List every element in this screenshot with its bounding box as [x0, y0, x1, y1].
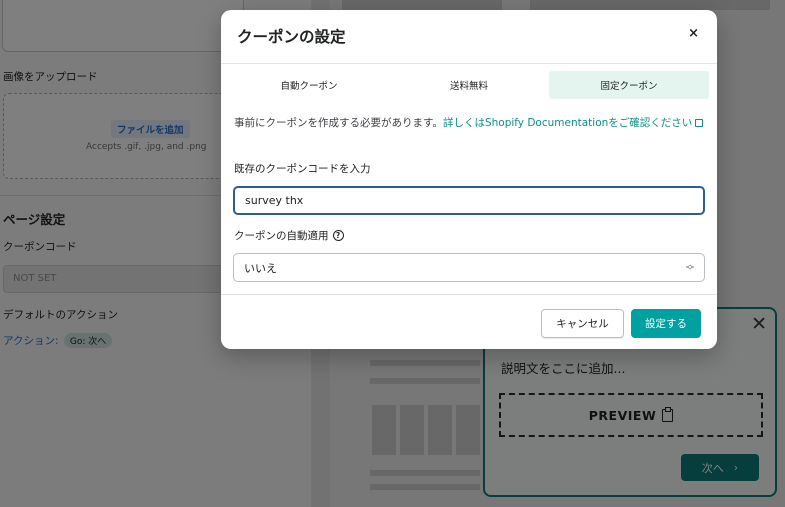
- coupon-type-tabs: 自動クーポン 送料無料 固定クーポン: [221, 71, 717, 99]
- documentation-link-text: 詳しくはShopify Documentationをご確認ください: [442, 117, 693, 129]
- updown-chevron-icon: ︿ ﹀: [686, 259, 694, 275]
- modal-title: クーポンの設定: [237, 28, 346, 46]
- tab-fixed-coupon[interactable]: 固定クーポン: [549, 71, 709, 99]
- documentation-link[interactable]: 詳しくはShopify Documentationをご確認ください: [442, 117, 704, 129]
- coupon-code-input[interactable]: [233, 186, 705, 215]
- existing-code-label: 既存のクーポンコードを入力: [234, 163, 371, 175]
- auto-apply-value: いいえ: [244, 261, 277, 275]
- tab-free-shipping[interactable]: 送料無料: [389, 71, 549, 99]
- notice-text: 事前にクーポンを作成する必要があります。詳しくはShopify Document…: [234, 115, 704, 132]
- modal-header: クーポンの設定 ×: [221, 10, 717, 64]
- coupon-settings-modal: クーポンの設定 × 自動クーポン 送料無料 固定クーポン 事前にクーポンを作成す…: [221, 10, 717, 349]
- modal-footer: キャンセル 設定する: [221, 294, 717, 349]
- auto-apply-label-row: クーポンの自動適用 ?: [234, 228, 344, 243]
- notice-message: 事前にクーポンを作成する必要があります。: [234, 117, 443, 129]
- tab-auto-coupon[interactable]: 自動クーポン: [229, 71, 389, 99]
- save-button[interactable]: 設定する: [631, 309, 701, 338]
- auto-apply-label: クーポンの自動適用: [234, 230, 329, 242]
- auto-apply-select[interactable]: いいえ ︿ ﹀: [233, 253, 705, 282]
- help-icon[interactable]: ?: [332, 230, 344, 241]
- cancel-button[interactable]: キャンセル: [541, 309, 624, 338]
- external-link-icon: [695, 119, 704, 127]
- close-icon[interactable]: ×: [688, 26, 699, 41]
